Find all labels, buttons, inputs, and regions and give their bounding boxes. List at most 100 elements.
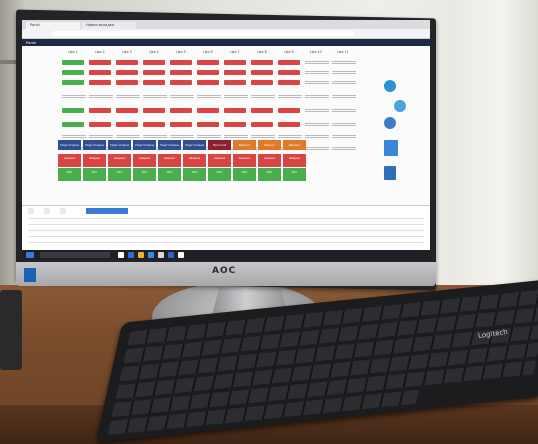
grid-cell[interactable]	[170, 60, 192, 65]
grid-cell[interactable]	[116, 80, 138, 85]
grid-cell[interactable]	[251, 122, 273, 127]
grid-cell[interactable]	[89, 80, 111, 85]
grid-cell[interactable]	[278, 80, 300, 85]
grid-cell[interactable]	[62, 80, 84, 85]
grid-cell[interactable]	[89, 60, 111, 65]
grid-cell[interactable]	[143, 70, 165, 75]
grid-cell[interactable]	[62, 70, 84, 75]
grid-cell[interactable]	[170, 122, 192, 127]
document-icon[interactable]	[384, 140, 398, 156]
repair-status-button[interactable]: Нет	[133, 168, 156, 181]
water-icon[interactable]	[394, 100, 406, 112]
bottom-tab[interactable]	[28, 208, 34, 214]
grid-cell	[332, 108, 356, 112]
alarm-button[interactable]: Авария	[183, 154, 206, 167]
status-button[interactable]: Подготовка	[133, 140, 156, 150]
bottom-tab-active[interactable]	[86, 208, 128, 214]
taskbar-search[interactable]	[40, 252, 110, 258]
grid-cell[interactable]	[116, 108, 138, 113]
status-button[interactable]: Подготовка	[83, 140, 106, 150]
grid-cell[interactable]	[143, 108, 165, 113]
grid-cell[interactable]	[224, 60, 246, 65]
alarm-button[interactable]: Авария	[258, 154, 281, 167]
grid-cell[interactable]	[197, 60, 219, 65]
status-button[interactable]: Подготовка	[158, 140, 181, 150]
grid-cell[interactable]	[62, 122, 84, 127]
grid-cell[interactable]	[89, 108, 111, 113]
browser-tab[interactable]: Новая вкладка	[82, 22, 136, 29]
grid-cell[interactable]	[224, 70, 246, 75]
grid-cell[interactable]	[62, 108, 84, 113]
alarm-button[interactable]: Авария	[233, 154, 256, 167]
store-icon[interactable]	[148, 252, 154, 258]
bottom-tab[interactable]	[44, 208, 50, 214]
alarm-button[interactable]: Авария	[83, 154, 106, 167]
start-icon[interactable]	[26, 252, 34, 258]
app-icon[interactable]	[168, 252, 174, 258]
grid-cell[interactable]	[89, 122, 111, 127]
repair-status-button[interactable]: Нет	[283, 168, 306, 181]
address-bar[interactable]	[52, 31, 355, 36]
grid-cell[interactable]	[278, 108, 300, 113]
status-button[interactable]: Подготовка	[183, 140, 206, 150]
browser-icon[interactable]	[128, 252, 134, 258]
grid-cell[interactable]	[197, 108, 219, 113]
grid-cell[interactable]	[197, 122, 219, 127]
grid-cell[interactable]	[251, 70, 273, 75]
grid-cell[interactable]	[224, 108, 246, 113]
grid-cell[interactable]	[116, 70, 138, 75]
grid-cell[interactable]	[89, 70, 111, 75]
folder-icon[interactable]	[138, 252, 144, 258]
alarm-button[interactable]: Авария	[58, 154, 81, 167]
status-button[interactable]: Ремонт	[233, 140, 256, 150]
repair-status-button[interactable]: Нет	[108, 168, 131, 181]
repair-status-button[interactable]: Нет	[58, 168, 81, 181]
alarm-button[interactable]: Авария	[208, 154, 231, 167]
status-button[interactable]: Подготовка	[58, 140, 81, 150]
status-button[interactable]: Простой	[208, 140, 231, 150]
repair-status-button[interactable]: Нет	[233, 168, 256, 181]
grid-cell[interactable]	[170, 70, 192, 75]
repair-status-button[interactable]: Нет	[183, 168, 206, 181]
grid-cell[interactable]	[251, 60, 273, 65]
grid-cell[interactable]	[143, 80, 165, 85]
browser-tab[interactable]: Panel	[26, 22, 80, 29]
task-view-icon[interactable]	[118, 252, 124, 258]
alarm-button[interactable]: Авария	[133, 154, 156, 167]
grid-cell[interactable]	[197, 70, 219, 75]
alarm-button[interactable]: Авария	[108, 154, 131, 167]
status-button[interactable]: Подготовка	[108, 140, 131, 150]
alarm-button[interactable]: Авария	[158, 154, 181, 167]
water-drop-icon[interactable]	[384, 80, 396, 92]
bottom-tab[interactable]	[60, 208, 66, 214]
repair-status-button[interactable]: Нет	[258, 168, 281, 181]
grid-cell	[62, 94, 86, 98]
grid-cell[interactable]	[278, 122, 300, 127]
grid-cell[interactable]	[224, 80, 246, 85]
grid-cell	[197, 134, 221, 138]
grid-cell[interactable]	[143, 122, 165, 127]
grid-cell[interactable]	[251, 80, 273, 85]
download-icon[interactable]	[384, 166, 396, 180]
grid-cell[interactable]	[224, 122, 246, 127]
repair-status-button[interactable]: Нет	[208, 168, 231, 181]
cloud-icon[interactable]	[384, 117, 396, 129]
grid-cell[interactable]	[170, 80, 192, 85]
status-button[interactable]: Ремонт	[258, 140, 281, 150]
grid-cell[interactable]	[143, 60, 165, 65]
repair-status-button[interactable]: Нет	[83, 168, 106, 181]
grid-cell[interactable]	[197, 80, 219, 85]
grid-cell[interactable]	[116, 60, 138, 65]
grid-cell[interactable]	[116, 122, 138, 127]
energy-sticker	[24, 268, 36, 282]
app-icon[interactable]	[158, 252, 164, 258]
grid-cell[interactable]	[62, 60, 84, 65]
grid-cell[interactable]	[278, 60, 300, 65]
grid-cell[interactable]	[251, 108, 273, 113]
repair-status-button[interactable]: Нет	[158, 168, 181, 181]
grid-cell[interactable]	[170, 108, 192, 113]
grid-cell[interactable]	[278, 70, 300, 75]
alarm-button[interactable]: Авария	[283, 154, 306, 167]
status-button[interactable]: Ремонт	[283, 140, 306, 150]
app-icon[interactable]	[178, 252, 184, 258]
